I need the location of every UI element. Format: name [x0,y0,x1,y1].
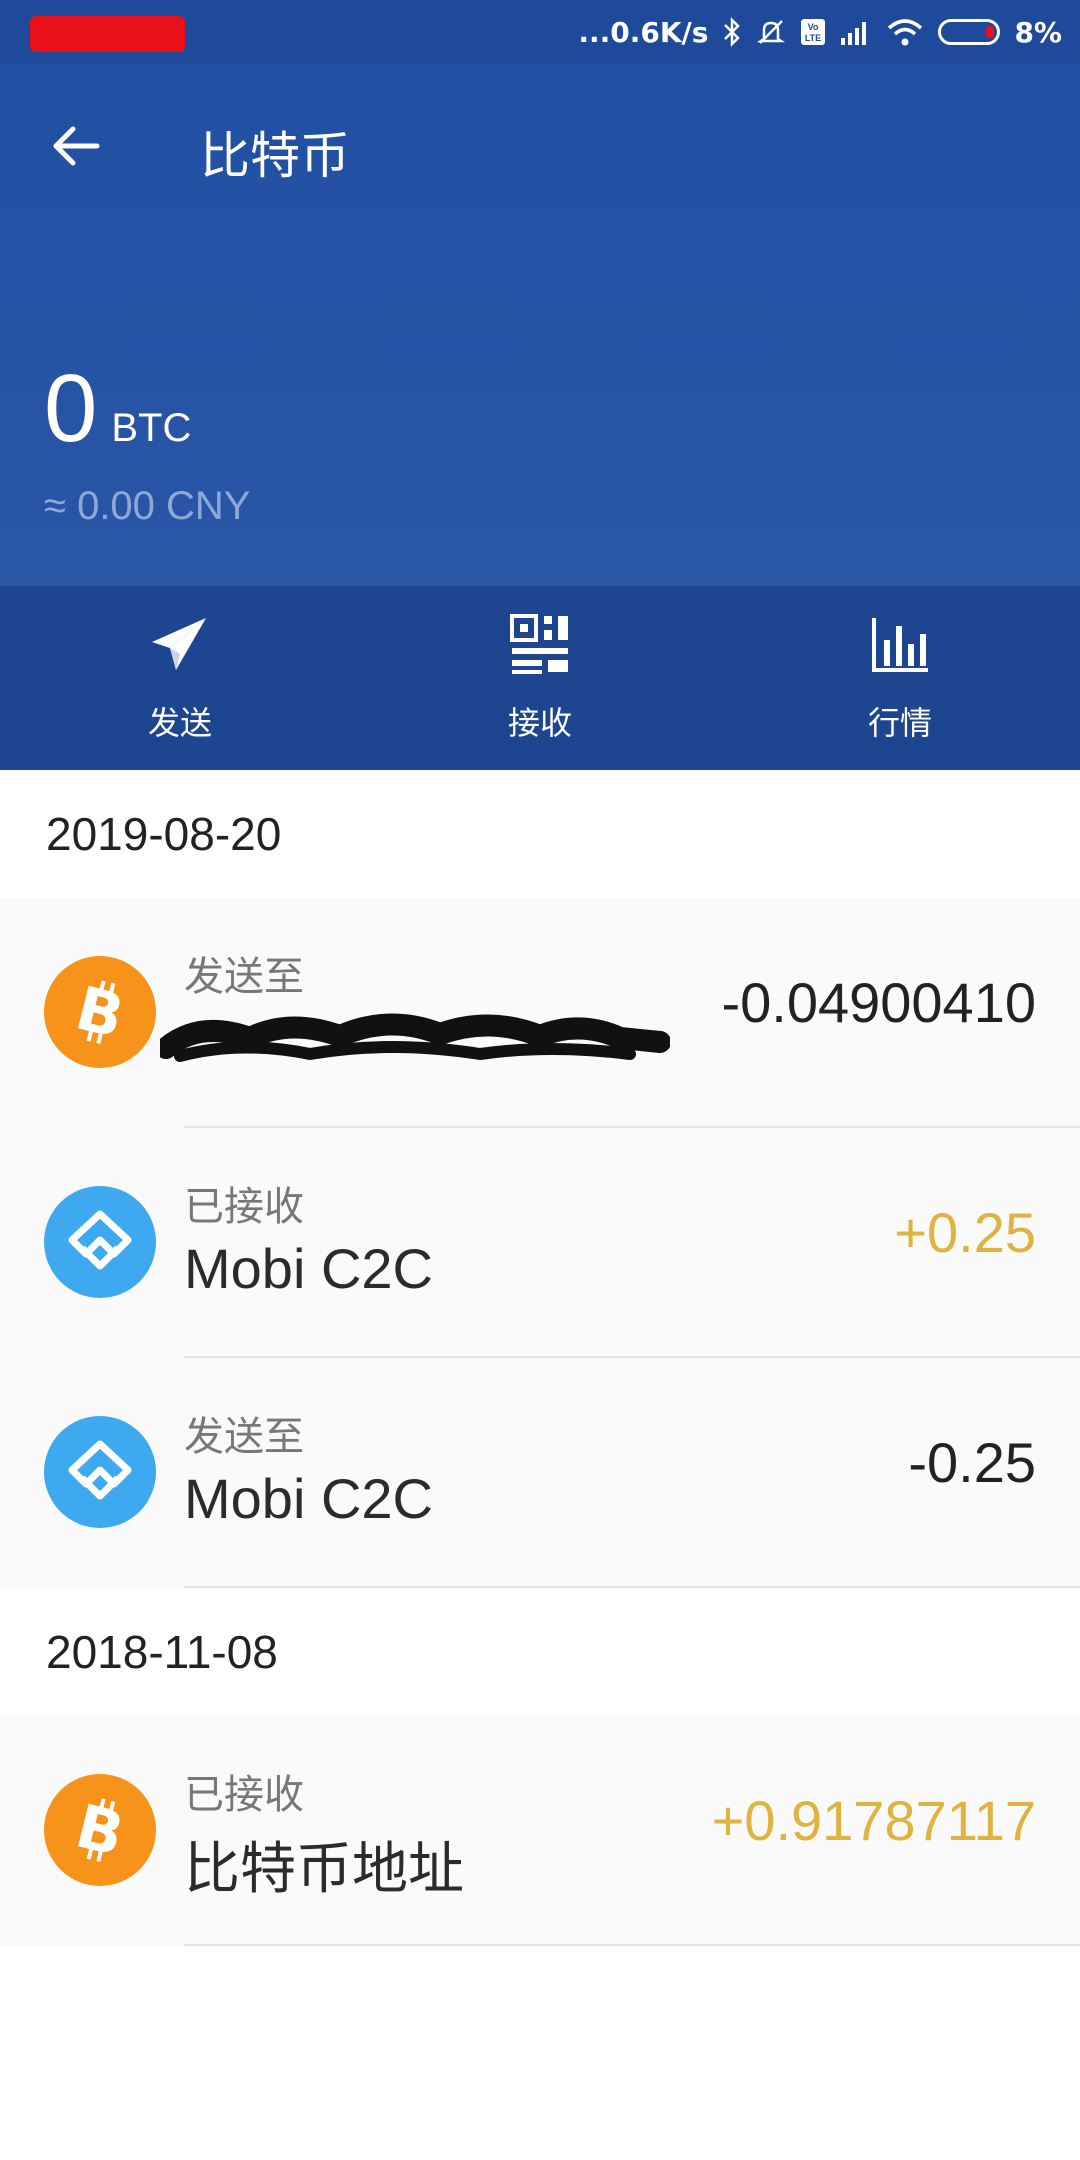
transaction-row[interactable]: B 发送至 -0.04900410 [0,898,1080,1128]
bitcoin-icon: B [44,1774,156,1886]
transaction-type: 已接收 [184,1772,304,1818]
qr-code-icon [510,614,568,674]
transaction-amount: +0.91787117 [711,1789,1036,1852]
action-bar: 发送 接收 行情 [0,586,1080,770]
transaction-party: Mobi C2C [184,1467,433,1530]
send-label: 发送 [147,704,212,742]
bluetooth-icon [722,17,742,47]
mobi-icon [44,1416,156,1528]
svg-text:Vo: Vo [808,22,819,32]
back-button[interactable] [44,114,108,178]
svg-text:LTE: LTE [805,33,821,43]
receive-button[interactable]: 接收 [360,586,720,770]
date-header: 2018-11-08 [46,1626,278,1678]
balance: 0 BTC [44,354,191,464]
divider [184,1944,1080,1946]
signal-icon [840,18,872,46]
transaction-amount: -0.25 [908,1431,1036,1494]
mobi-icon [44,1186,156,1298]
date-header: 2019-08-20 [46,808,282,860]
wallet-header: 比特币 0 BTC ≈ 0.00 CNY [0,64,1080,586]
status-icons: ...0.6K/s Vo LTE 8% [578,12,1062,52]
transaction-type: 发送至 [184,954,304,1000]
transaction-party: Mobi C2C [184,1237,433,1300]
transaction-amount: -0.04900410 [721,971,1036,1034]
transaction-amount: +0.25 [894,1201,1036,1264]
wifi-icon [886,17,924,47]
status-bar: ...0.6K/s Vo LTE 8% [0,0,1080,64]
silent-icon [756,17,786,47]
redacted-carrier [30,16,185,52]
redacted-address [160,1013,670,1062]
transaction-list: 2019-08-20 B 发送至 -0.04900410 已接收 Mobi C2… [0,770,1080,1946]
battery-icon [938,19,1001,45]
balance-unit: BTC [111,406,192,450]
divider [184,1586,1080,1588]
market-label: 行情 [867,704,932,742]
balance-amount: 0 [44,355,98,462]
net-speed: ...0.6K/s [578,15,709,49]
market-button[interactable]: 行情 [720,586,1080,770]
volte-icon: Vo LTE [800,18,826,46]
transaction-row[interactable]: B 已接收 比特币地址 +0.91787117 [0,1716,1080,1946]
bitcoin-icon: B [44,956,156,1068]
chart-icon [872,618,928,672]
transaction-party: 比特币地址 [184,1837,464,1900]
send-icon [152,618,206,670]
transaction-type: 发送至 [184,1414,304,1460]
back-arrow-icon [53,126,100,166]
page-title: 比特币 [200,127,350,185]
battery-percent: 8% [1014,15,1062,49]
send-button[interactable]: 发送 [0,586,360,770]
receive-label: 接收 [507,704,572,742]
transaction-row[interactable]: 已接收 Mobi C2C +0.25 [0,1128,1080,1358]
transaction-row[interactable]: 发送至 Mobi C2C -0.25 [0,1358,1080,1588]
transaction-type: 已接收 [184,1184,304,1230]
fiat-value: ≈ 0.00 CNY [44,484,251,528]
